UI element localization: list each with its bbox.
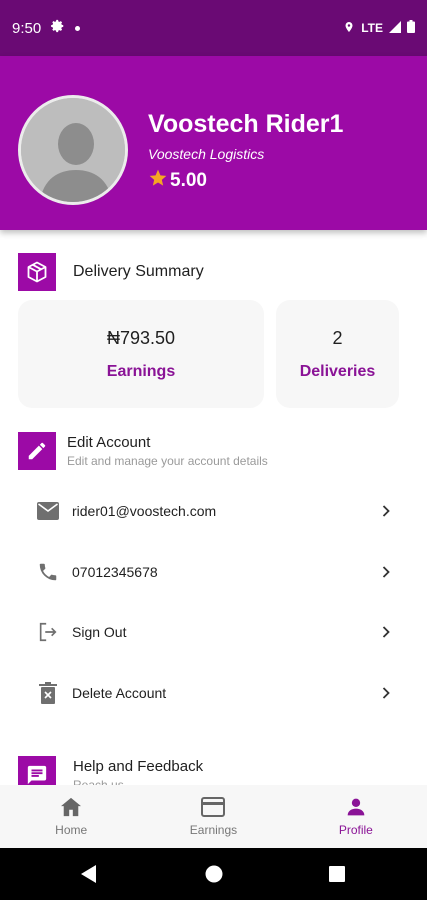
edit-account-title: Edit Account (67, 434, 151, 451)
sign-out-row[interactable]: Sign Out (0, 602, 427, 662)
battery-icon (407, 20, 415, 36)
nav-earnings-label: Earnings (189, 822, 238, 837)
status-bar: 9:50 LTE (0, 0, 427, 56)
person-icon (346, 797, 366, 820)
email-row[interactable]: rider01@voostech.com (0, 481, 427, 541)
pencil-icon (18, 432, 56, 470)
edit-account-subtitle: Edit and manage your account details (67, 454, 268, 468)
profile-header: Voostech Rider1 Voostech Logistics 5.00 (0, 56, 427, 230)
chevron-right-icon (380, 624, 392, 640)
settings-icon (51, 19, 65, 37)
nav-earnings[interactable]: Earnings (142, 785, 284, 848)
sign-out-icon (36, 620, 60, 644)
person-placeholder-icon (21, 98, 125, 202)
bottom-nav: Home Earnings Profile (0, 785, 427, 848)
chevron-right-icon (380, 685, 392, 701)
earnings-card[interactable]: ₦793.50 Earnings (18, 300, 264, 408)
signal-icon (389, 20, 401, 36)
company-name: Voostech Logistics (148, 146, 265, 162)
delivery-summary-header: Delivery Summary (18, 253, 204, 291)
email-icon (36, 499, 60, 523)
home-circle-icon[interactable] (205, 865, 223, 888)
chevron-right-icon (380, 564, 392, 580)
nav-profile[interactable]: Profile (285, 785, 427, 848)
help-feedback-title: Help and Feedback (73, 758, 204, 775)
back-icon[interactable] (80, 864, 98, 889)
phone-value: 07012345678 (72, 564, 158, 580)
nav-home-label: Home (55, 822, 88, 837)
network-label: LTE (361, 21, 383, 35)
location-icon (343, 20, 355, 37)
star-icon (148, 168, 168, 194)
status-time: 9:50 (12, 19, 42, 37)
rider-name: Voostech Rider1 (148, 110, 344, 138)
deliveries-value: 2 (332, 327, 343, 348)
earnings-label: Earnings (106, 362, 176, 380)
delete-account-label: Delete Account (72, 685, 167, 701)
deliveries-card[interactable]: 2 Deliveries (276, 300, 399, 408)
rating-value: 5.00 (170, 170, 207, 191)
phone-icon (36, 560, 60, 584)
nav-profile-label: Profile (338, 822, 373, 837)
delete-icon (36, 681, 60, 705)
sign-out-label: Sign Out (72, 624, 127, 640)
deliveries-label: Deliveries (299, 362, 376, 380)
home-icon (60, 797, 82, 820)
box-icon (18, 253, 56, 291)
chevron-right-icon (380, 503, 392, 519)
recents-icon[interactable] (329, 866, 345, 887)
delivery-summary-title: Delivery Summary (73, 263, 204, 280)
notification-dot (75, 25, 81, 31)
card-icon (201, 796, 226, 820)
email-value: rider01@voostech.com (72, 503, 217, 519)
avatar[interactable] (18, 95, 128, 205)
edit-account-header[interactable]: Edit Account Edit and manage your accoun… (18, 432, 268, 470)
rating: 5.00 (148, 168, 207, 194)
nav-home[interactable]: Home (0, 785, 142, 848)
phone-row[interactable]: 07012345678 (0, 542, 427, 602)
earnings-value: ₦793.50 (106, 327, 176, 348)
delete-account-row[interactable]: Delete Account (0, 663, 427, 723)
system-nav-bar (0, 848, 427, 900)
